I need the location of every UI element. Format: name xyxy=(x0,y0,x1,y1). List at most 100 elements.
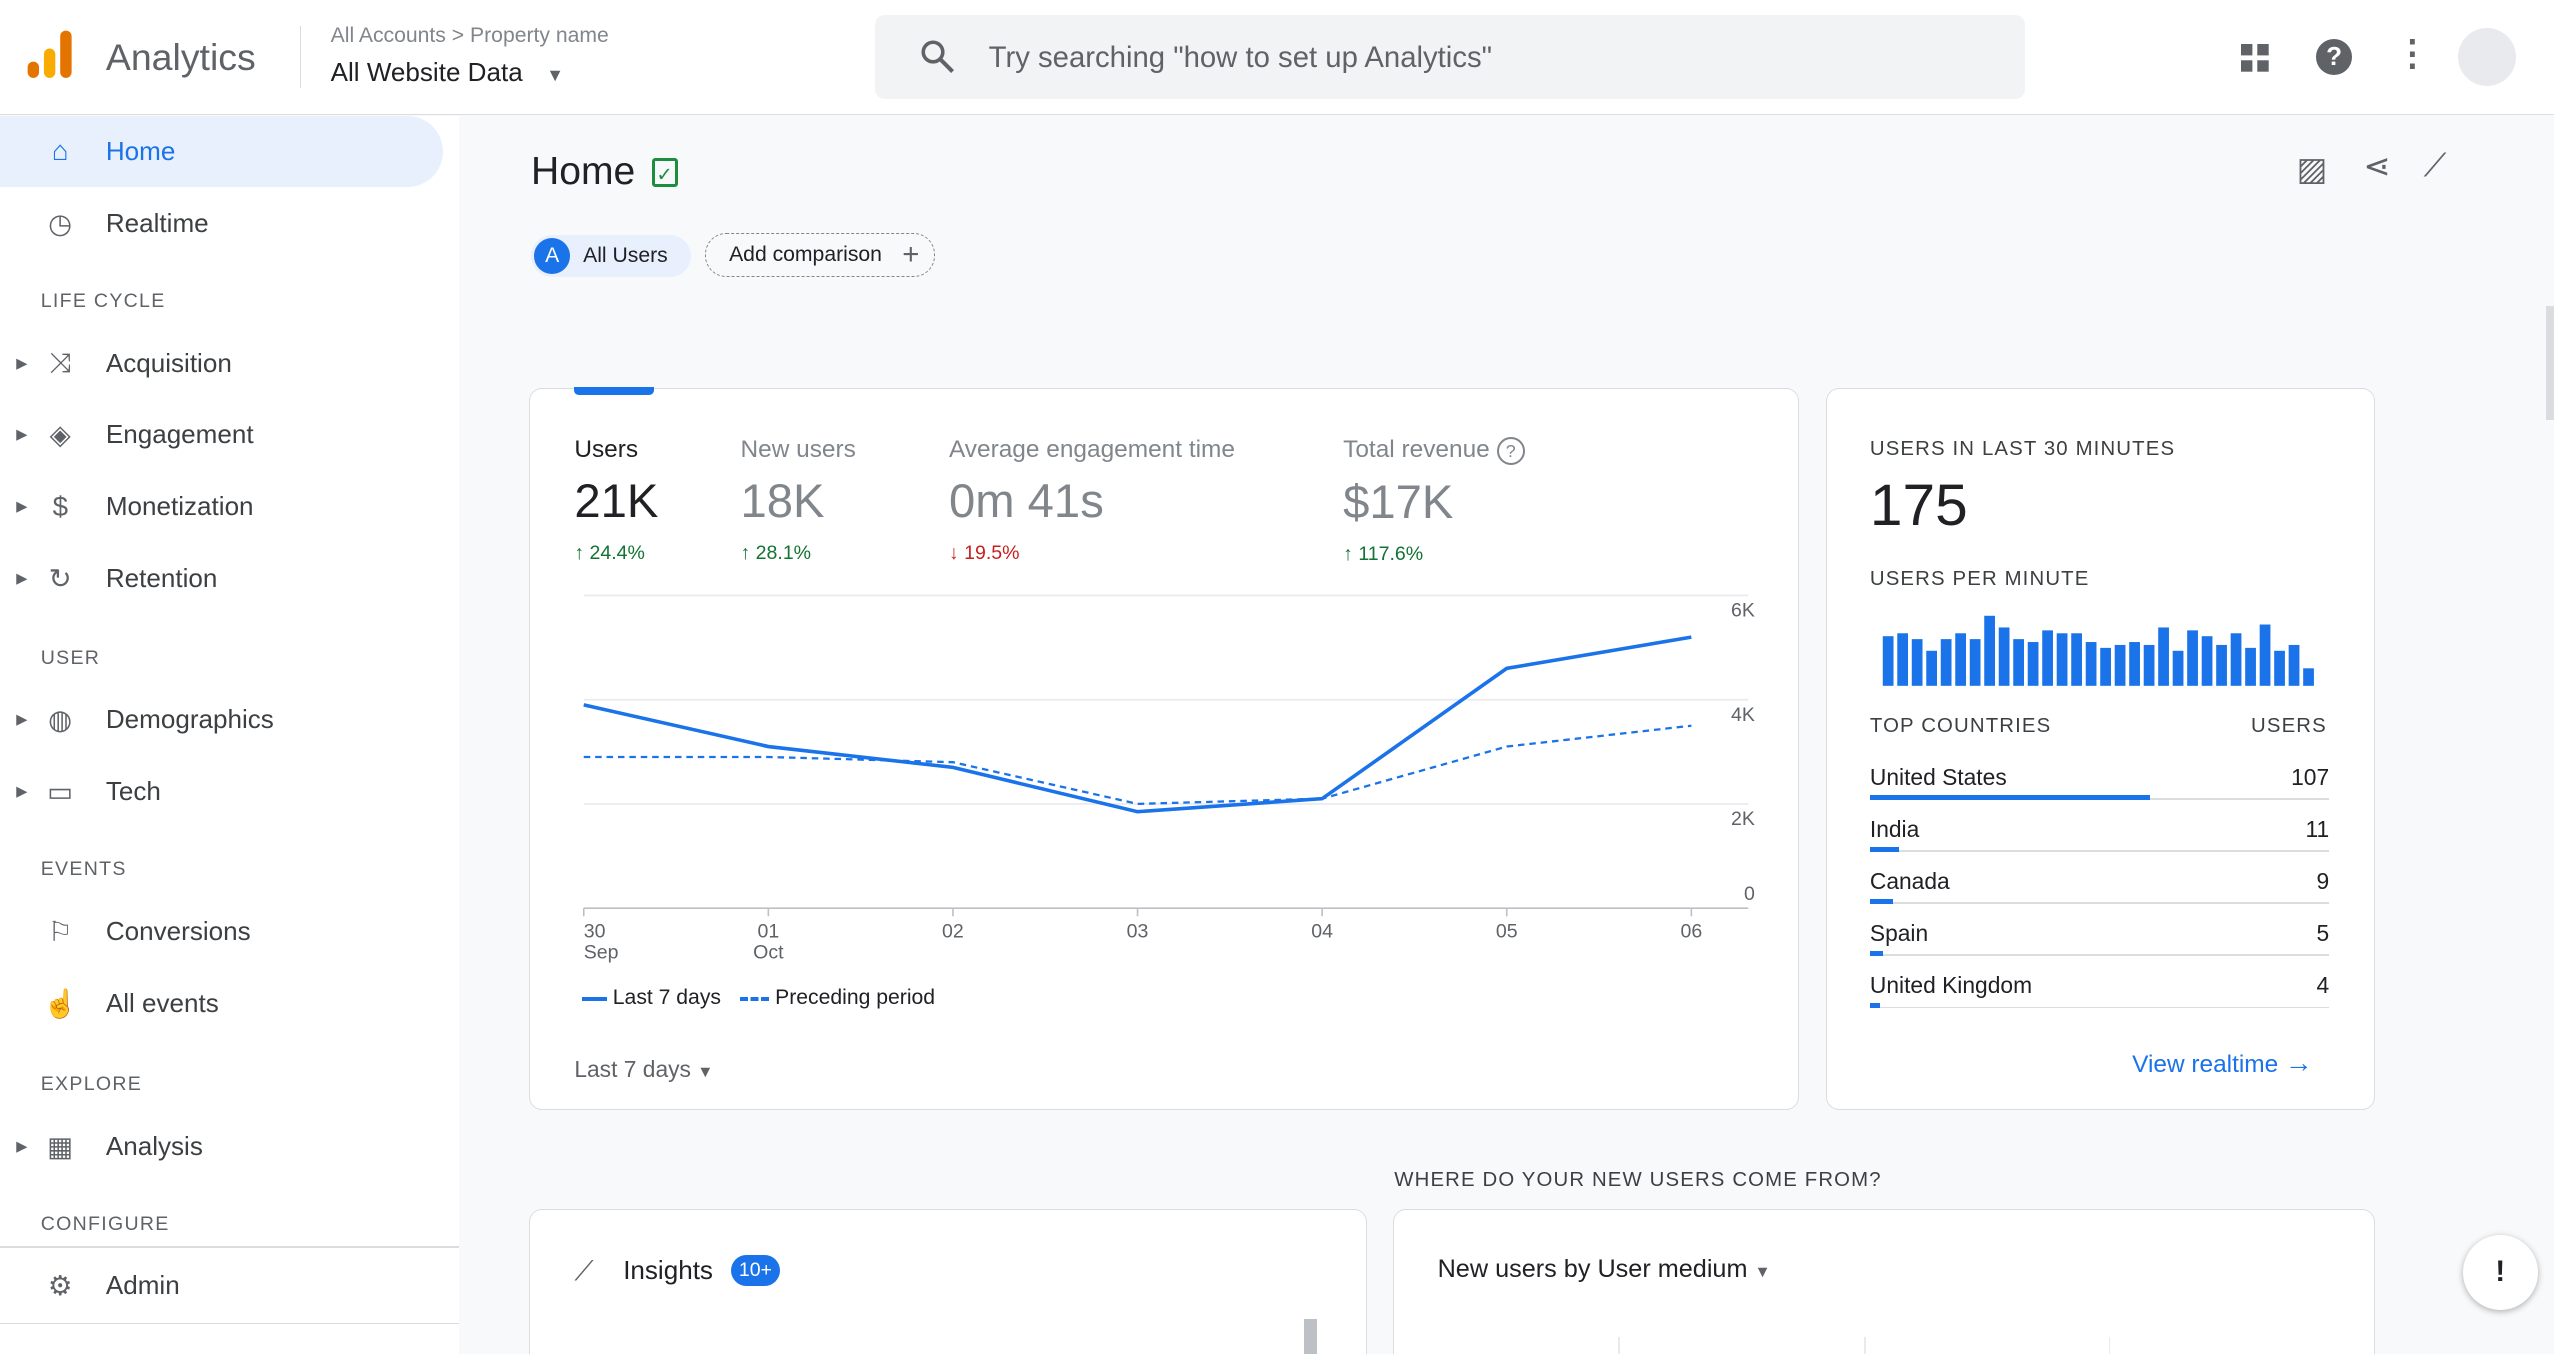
touch-icon: ☝ xyxy=(43,987,78,1019)
x-tick-label: 30 xyxy=(584,921,606,943)
sidebar-item-engagement[interactable]: ▶ ◈ Engagement xyxy=(0,399,443,471)
users-per-minute-bar xyxy=(2288,644,2300,686)
flag-icon: ⚐ xyxy=(47,916,73,948)
realtime-users-value: 175 xyxy=(1869,473,1968,539)
users-per-minute-bar xyxy=(1984,615,1996,686)
chart-legend: Last 7 days Preceding period xyxy=(582,986,935,1010)
sidebar-item-demographics[interactable]: ▶ ◍ Demographics xyxy=(0,684,443,756)
users-per-minute-bar xyxy=(2230,633,2242,686)
feedback-button[interactable]: ! xyxy=(2462,1234,2538,1310)
sidebar-item-tech[interactable]: ▶ ▭ Tech xyxy=(0,756,443,828)
section-user: USER xyxy=(40,646,101,669)
property-selector[interactable]: All Website Data ▼ xyxy=(331,57,564,88)
overview-card: Users 21K ↑ 24.4% New users 18K ↑ 28.1% Aver… xyxy=(529,387,1799,1110)
country-row: Canada 9 xyxy=(1869,868,2330,920)
users-per-minute-bar xyxy=(1897,633,1909,686)
customize-report-icon[interactable]: ▨ xyxy=(2297,150,2328,188)
metric-total-revenue[interactable]: Total revenue ? $17K ↑ 117.6% xyxy=(1343,436,1525,566)
acquisition-icon: ⤨ xyxy=(49,346,72,378)
users-per-minute-bar xyxy=(2129,641,2141,686)
series-line-preceding-period xyxy=(584,724,1692,806)
metric-new-users[interactable]: New users 18K ↑ 28.1% xyxy=(740,436,855,565)
users-per-minute-bar xyxy=(1911,639,1923,686)
dollar-icon: $ xyxy=(52,490,68,522)
segment-chip-all-users[interactable]: A All Users xyxy=(530,234,691,277)
users-per-minute-chart xyxy=(1882,615,2315,686)
country-name: United States xyxy=(1869,763,2007,790)
users-per-minute-bar xyxy=(2259,624,2271,686)
users-per-minute-bar xyxy=(2085,641,2097,686)
help-icon[interactable]: ? xyxy=(1496,436,1525,466)
country-users: 9 xyxy=(2316,868,2330,895)
apps-grid-icon[interactable] xyxy=(2241,43,2270,73)
country-name: Canada xyxy=(1869,868,1950,895)
globe-icon: ◍ xyxy=(48,704,73,736)
users-per-minute-bar xyxy=(1955,633,1967,686)
plus-icon: + xyxy=(902,237,920,271)
share-icon[interactable]: ⋖ xyxy=(2363,147,2390,185)
sidebar-item-realtime[interactable]: ◷ Realtime xyxy=(0,187,443,259)
x-tick-label: 02 xyxy=(942,921,964,943)
insights-count-badge: 10+ xyxy=(730,1255,781,1287)
section-configure: CONFIGURE xyxy=(40,1213,170,1236)
avatar[interactable] xyxy=(2457,27,2517,87)
more-vert-icon[interactable]: ⋮ xyxy=(2394,33,2430,74)
country-users: 107 xyxy=(2291,763,2330,790)
retention-icon: ↻ xyxy=(48,562,72,594)
add-comparison-button[interactable]: Add comparison + xyxy=(705,232,936,278)
users-per-minute-bar xyxy=(2172,650,2184,686)
users-per-minute-bar xyxy=(2216,644,2228,686)
x-tick-label: 06 xyxy=(1681,921,1703,943)
x-tick-label: 05 xyxy=(1496,921,1518,943)
scrollbar[interactable] xyxy=(1304,1318,1318,1354)
y-tick-label: 2K xyxy=(1731,808,1755,830)
users-per-minute-bar xyxy=(2187,630,2199,686)
country-name: India xyxy=(1869,816,1920,843)
analytics-logo-icon xyxy=(27,30,72,79)
tag-icon: ◈ xyxy=(49,419,71,451)
country-name: Spain xyxy=(1869,920,1929,947)
insights-sparkline-icon[interactable]: ⟋ xyxy=(2424,147,2447,185)
new-users-dimension-selector[interactable]: New users by User medium ▼ xyxy=(1438,1255,1771,1284)
sidebar-item-home[interactable]: ⌂ Home xyxy=(0,115,444,188)
metric-engagement-time[interactable]: Average engagement time 0m 41s ↓ 19.5% xyxy=(949,436,1235,565)
section-title: WHERE DO YOUR NEW USERS COME FROM? xyxy=(1394,1169,1882,1192)
section-events: EVENTS xyxy=(40,858,127,881)
metric-users[interactable]: Users 21K ↑ 24.4% xyxy=(574,436,658,565)
users-per-minute-bar xyxy=(2143,644,2155,686)
users-per-minute-bar xyxy=(1940,639,1952,686)
search-icon xyxy=(921,40,955,74)
devices-icon: ▭ xyxy=(47,776,74,808)
country-bar xyxy=(1869,899,1894,904)
country-row: United Kingdom 4 xyxy=(1869,972,2330,1024)
country-users: 4 xyxy=(2316,972,2330,999)
country-bar xyxy=(1869,846,1899,852)
sidebar-item-admin[interactable]: ⚙ Admin xyxy=(0,1249,443,1321)
sidebar-item-retention[interactable]: ▶ ↻ Retention xyxy=(0,542,443,614)
gear-icon: ⚙ xyxy=(47,1269,73,1301)
users-line-chart: 0 2K 4K 6K 30Sep 01Oct 02 03 04 05 06 xyxy=(583,594,1755,964)
country-bar xyxy=(1869,951,1883,957)
section-explore: EXPLORE xyxy=(40,1073,143,1096)
help-icon[interactable]: ? xyxy=(2316,39,2352,75)
sidebar-item-monetization[interactable]: ▶ $ Monetization xyxy=(0,471,443,543)
top-countries-header: TOP COUNTRIES xyxy=(1869,715,2052,738)
country-bar xyxy=(1869,794,2150,800)
dropdown-arrow-icon: ▼ xyxy=(546,65,564,85)
country-row: India 11 xyxy=(1869,816,2330,868)
sidebar-item-acquisition[interactable]: ▶ ⤨ Acquisition xyxy=(0,327,443,399)
users-per-minute-bar xyxy=(2158,627,2170,686)
users-per-minute-title: USERS PER MINUTE xyxy=(1869,568,2090,591)
sidebar-item-analysis[interactable]: ▶ ▦ Analysis xyxy=(0,1111,443,1183)
arrow-right-icon: → xyxy=(2285,1047,2313,1079)
date-range-selector[interactable]: Last 7 days ▼ xyxy=(574,1056,713,1083)
search-input[interactable]: Try searching "how to set up Analytics" xyxy=(874,14,2025,100)
breadcrumb[interactable]: All Accounts > Property name xyxy=(331,24,609,48)
sidebar-item-all-events[interactable]: ☝ All events xyxy=(0,968,443,1040)
country-users: 5 xyxy=(2316,920,2330,947)
page-scrollbar[interactable] xyxy=(2545,306,2554,421)
view-realtime-link[interactable]: View realtime → xyxy=(2132,1047,2313,1079)
y-tick-label: 4K xyxy=(1731,704,1755,726)
sidebar-item-conversions[interactable]: ⚐ Conversions xyxy=(0,896,443,968)
users-per-minute-bar xyxy=(2201,636,2213,686)
